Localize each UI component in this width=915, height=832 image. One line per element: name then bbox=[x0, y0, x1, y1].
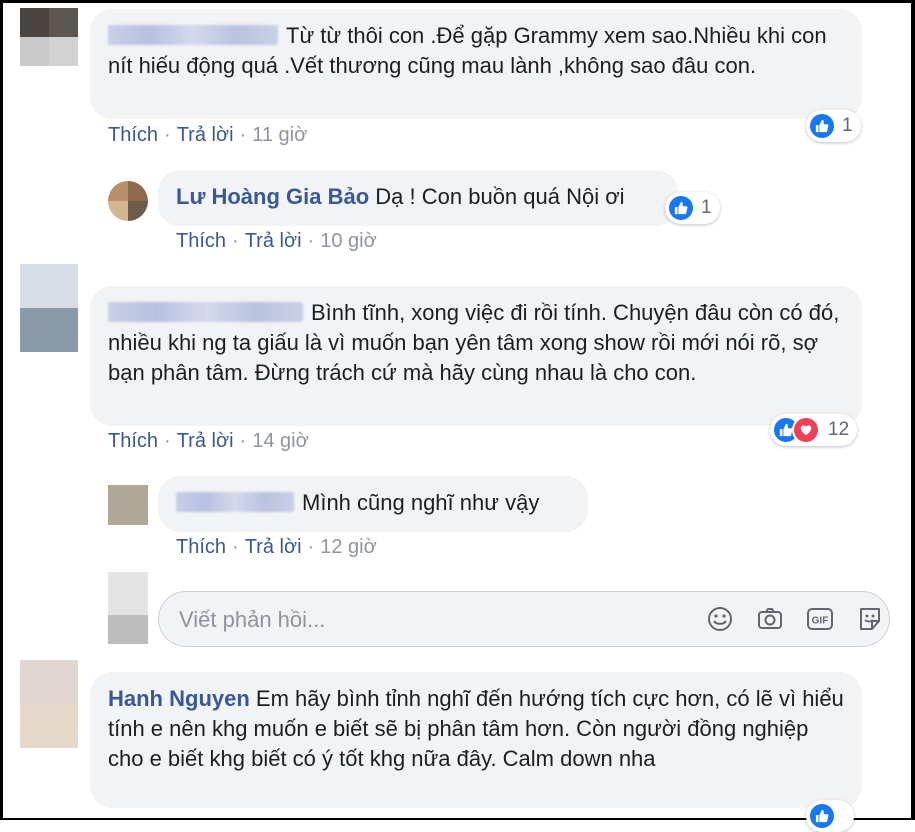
reply-input[interactable] bbox=[177, 602, 681, 638]
blurred-author-name bbox=[108, 302, 303, 322]
svg-text:GIF: GIF bbox=[812, 616, 829, 627]
reply-link[interactable]: Trả lời bbox=[245, 230, 302, 252]
reaction-summary[interactable]: 12 bbox=[770, 414, 858, 446]
emoji-icon[interactable] bbox=[705, 604, 735, 634]
reply-link[interactable]: Trả lời bbox=[245, 536, 302, 558]
gif-icon[interactable]: GIF bbox=[805, 604, 835, 634]
comment-text: Dạ ! Con buồn quá Nội ơi bbox=[375, 184, 625, 209]
like-link[interactable]: Thích bbox=[108, 430, 158, 452]
love-icon bbox=[792, 416, 820, 444]
avatar[interactable] bbox=[20, 264, 78, 352]
reply-link[interactable]: Trả lời bbox=[177, 430, 234, 452]
author-name[interactable]: Lư Hoàng Gia Bảo bbox=[176, 184, 369, 209]
reaction-count: 1 bbox=[842, 115, 853, 136]
comment-actions: Thích · Trả lời · 14 giờ bbox=[108, 430, 309, 452]
timestamp[interactable]: 10 giờ bbox=[320, 230, 376, 252]
timestamp[interactable]: 14 giờ bbox=[252, 430, 308, 452]
avatar[interactable] bbox=[108, 181, 148, 221]
comment-text: Mình cũng nghĩ như vậy bbox=[302, 490, 540, 515]
like-link[interactable]: Thích bbox=[108, 124, 158, 146]
reply-link[interactable]: Trả lời bbox=[177, 124, 234, 146]
like-icon bbox=[669, 196, 693, 220]
current-user-avatar bbox=[108, 572, 148, 644]
avatar[interactable] bbox=[20, 8, 78, 66]
like-icon bbox=[810, 804, 834, 828]
reaction-count: 12 bbox=[828, 419, 850, 440]
camera-icon[interactable] bbox=[755, 604, 785, 634]
like-icon bbox=[810, 114, 834, 138]
comment-actions: Thích · Trả lời · 12 giờ bbox=[176, 536, 377, 558]
reaction-count: 1 bbox=[701, 197, 712, 218]
timestamp[interactable]: 12 giờ bbox=[320, 536, 376, 558]
reply-composer: GIF bbox=[158, 591, 890, 647]
blurred-author-name bbox=[108, 25, 278, 45]
author-name[interactable]: Hanh Nguyen bbox=[108, 686, 250, 711]
avatar[interactable] bbox=[20, 660, 78, 748]
reaction-summary[interactable] bbox=[806, 800, 854, 832]
sticker-icon[interactable] bbox=[855, 604, 885, 634]
timestamp[interactable]: 11 giờ bbox=[252, 124, 307, 146]
comment-bubble: Bình tĩnh, xong việc đi rồi tính. Chuyện… bbox=[90, 286, 862, 426]
like-link[interactable]: Thích bbox=[176, 230, 226, 252]
like-link[interactable]: Thích bbox=[176, 536, 226, 558]
avatar[interactable] bbox=[108, 485, 148, 525]
blurred-author-name bbox=[176, 492, 294, 512]
comment-bubble: Mình cũng nghĩ như vậy bbox=[158, 476, 588, 532]
comment-actions: Thích · Trả lời · 10 giờ bbox=[176, 230, 377, 252]
reaction-summary[interactable]: 1 bbox=[665, 192, 720, 224]
comment-bubble: Từ từ thôi con .Để gặp Grammy xem sao.Nh… bbox=[90, 9, 862, 119]
comment-bubble: Hanh Nguyen Em hãy bình tỉnh nghĩ đến hư… bbox=[90, 672, 862, 808]
comment-actions: Thích · Trả lời · 11 giờ bbox=[108, 124, 308, 146]
comment-bubble: Lư Hoàng Gia Bảo Dạ ! Con buồn quá Nội ơ… bbox=[158, 170, 678, 226]
reaction-summary[interactable]: 1 bbox=[806, 110, 861, 142]
